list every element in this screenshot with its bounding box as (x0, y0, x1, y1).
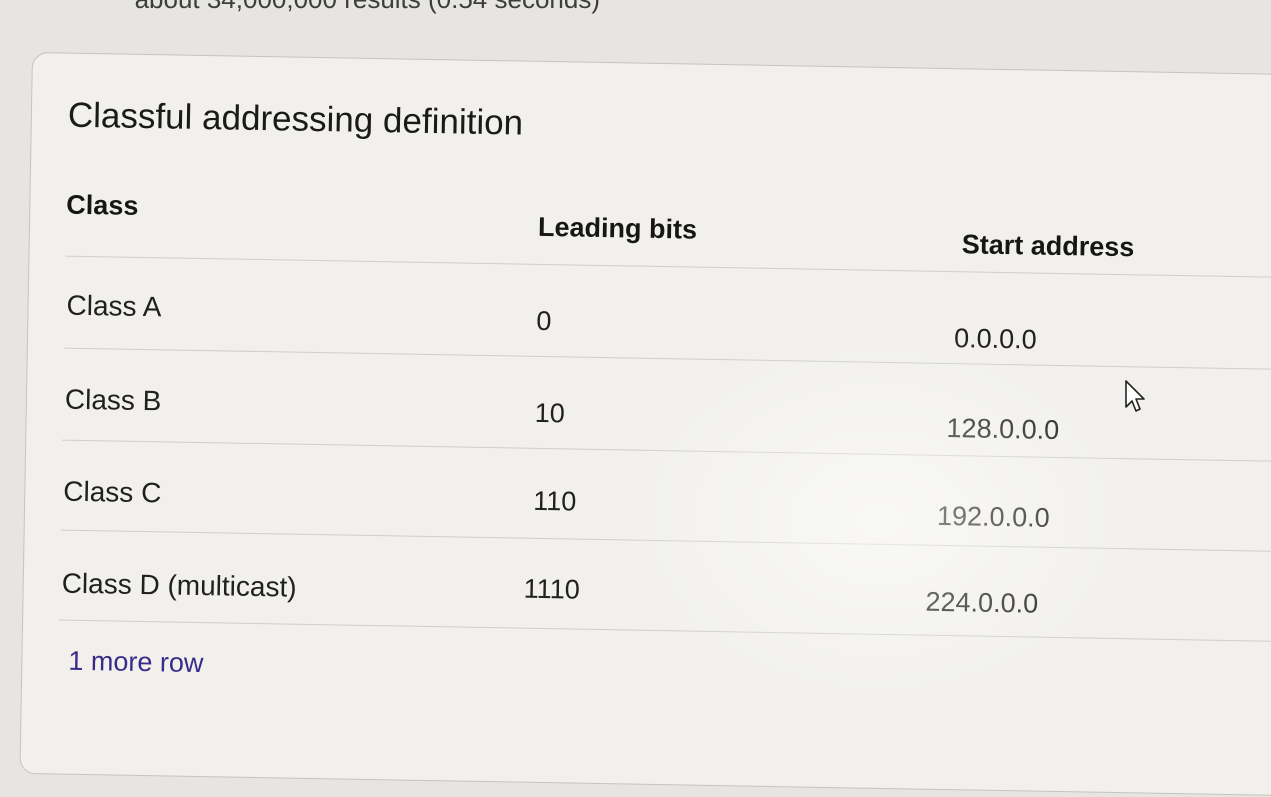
cell-class: Class C (63, 475, 162, 509)
cell-start-address: 192.0.0.0 (936, 500, 1050, 533)
more-rows-link[interactable]: 1 more row (68, 646, 204, 679)
cell-leading-bits: 110 (532, 485, 577, 517)
column-header-class: Class (66, 189, 139, 221)
column-header-leading-bits: Leading bits (537, 211, 698, 245)
mouse-pointer-icon (1125, 380, 1145, 412)
cell-class: Class D (multicast) (61, 567, 297, 603)
snippet-title: Classful addressing definition (67, 95, 524, 143)
cell-start-address: 128.0.0.0 (946, 413, 1060, 445)
featured-snippet-card: Classful addressing definition Class Lea… (19, 52, 1271, 797)
cell-start-address: 0.0.0.0 (953, 323, 1037, 355)
column-header-start-address: Start address (961, 229, 1135, 263)
cell-start-address: 224.0.0.0 (925, 586, 1039, 619)
row-divider (63, 347, 1271, 370)
results-stats: about 34,000,000 results (0.54 seconds) (0, 0, 600, 15)
cell-class: Class A (66, 289, 162, 323)
cell-leading-bits: 10 (534, 397, 566, 429)
cell-leading-bits: 0 (536, 305, 552, 337)
cell-leading-bits: 1110 (523, 573, 581, 605)
cell-class: Class B (64, 383, 162, 417)
row-divider (62, 439, 1271, 462)
row-divider (59, 619, 1271, 642)
row-divider (60, 529, 1271, 552)
